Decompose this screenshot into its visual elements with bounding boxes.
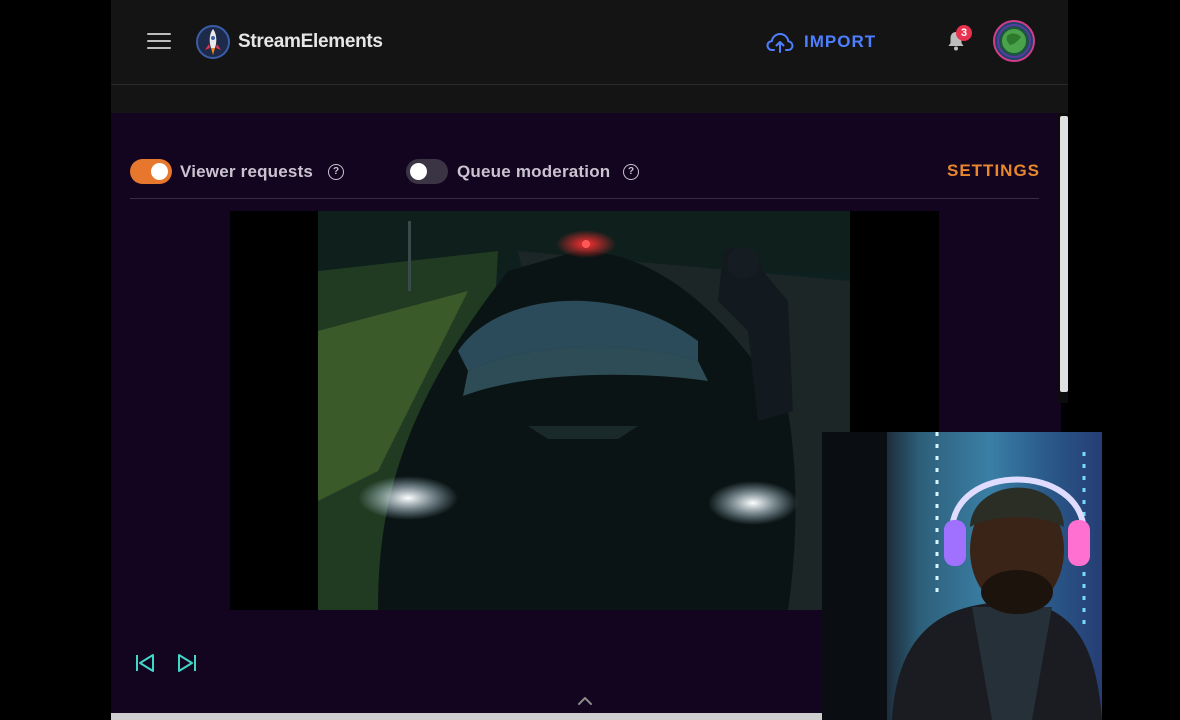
skip-previous-icon[interactable] — [134, 652, 156, 674]
avatar-image — [997, 24, 1031, 58]
import-button[interactable]: IMPORT — [766, 28, 876, 56]
webcam-overlay — [822, 432, 1102, 720]
queue-moderation-label: Queue moderation — [457, 162, 611, 181]
chevron-up-icon[interactable] — [577, 696, 593, 706]
settings-link[interactable]: SETTINGS — [947, 161, 1040, 181]
rocket-logo-icon[interactable] — [195, 24, 231, 60]
brand-name[interactable]: StreamElements — [238, 31, 383, 53]
sub-header-bar — [111, 85, 1068, 113]
help-circle-icon[interactable]: ? — [328, 164, 344, 180]
hamburger-menu-icon[interactable] — [147, 33, 171, 51]
controls-divider — [130, 198, 1039, 199]
video-frame — [318, 211, 850, 610]
notification-count-badge: 3 — [956, 25, 972, 41]
user-avatar[interactable] — [993, 20, 1035, 62]
vertical-scrollbar-thumb[interactable] — [1060, 116, 1068, 392]
top-navigation-bar: StreamElements IMPORT 3 — [111, 0, 1068, 85]
help-circle-icon[interactable]: ? — [623, 164, 639, 180]
horizontal-scrollbar[interactable] — [111, 713, 831, 720]
viewer-requests-toggle[interactable] — [130, 159, 172, 184]
video-thumbnail-car-scene — [318, 211, 850, 610]
viewer-requests-label: Viewer requests — [180, 162, 314, 181]
queue-moderation-toggle[interactable] — [406, 159, 448, 184]
import-label: IMPORT — [804, 32, 877, 51]
skip-next-icon[interactable] — [176, 652, 198, 674]
cloud-upload-icon — [766, 32, 794, 53]
streamer-webcam-feed — [822, 432, 1102, 720]
